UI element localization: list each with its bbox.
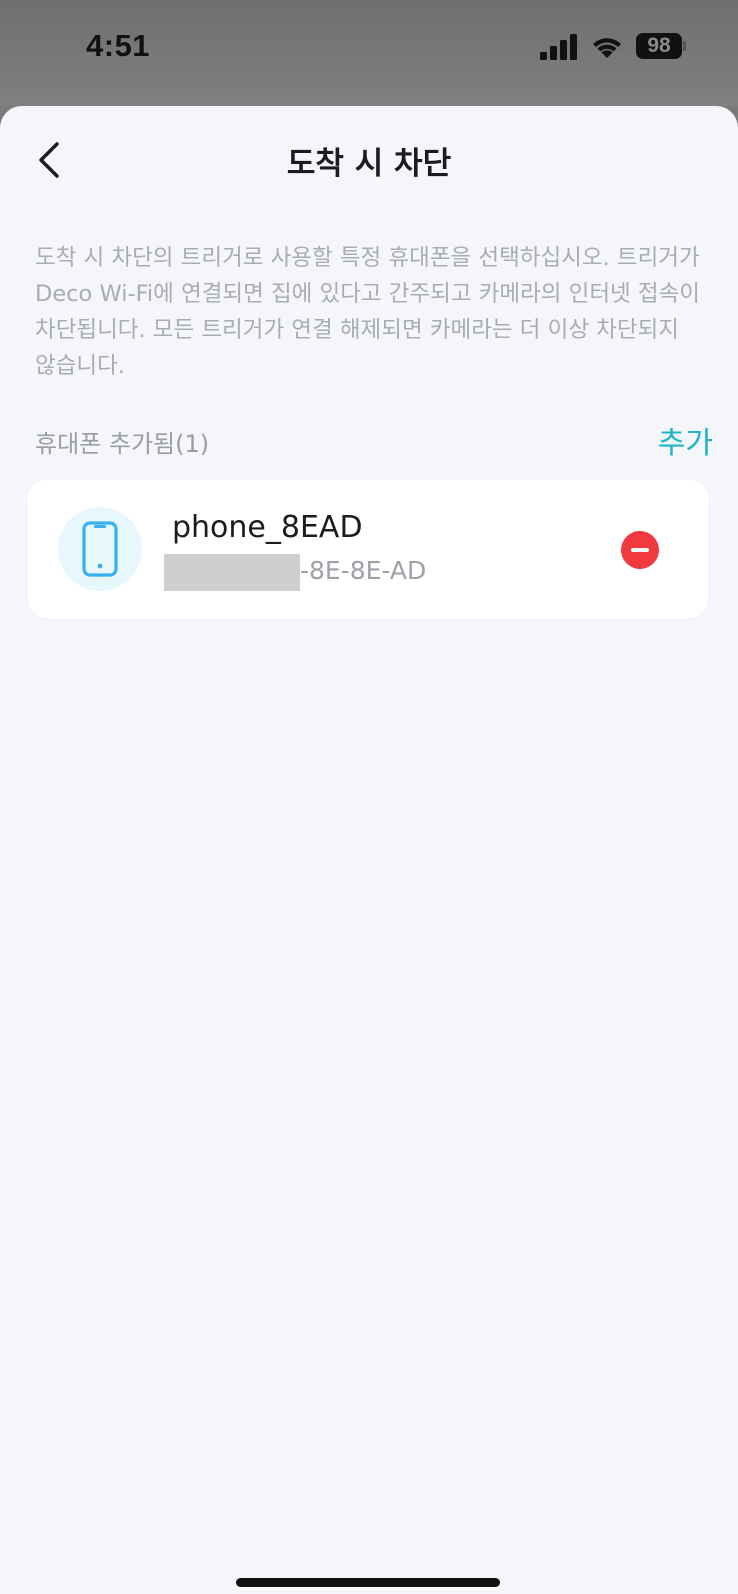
- status-bar: 4:51 98: [0, 0, 738, 106]
- remove-circle-icon: [631, 548, 649, 552]
- block-on-arrival-sheet: 도착 시 차단 도착 시 차단의 트리거로 사용할 특정 휴대폰을 선택하십시오…: [0, 106, 738, 1594]
- smartphone-icon: [82, 521, 118, 577]
- add-button[interactable]: 추가: [658, 418, 713, 462]
- battery-tip: [683, 41, 686, 51]
- status-time: 4:51: [86, 28, 151, 63]
- device-card: phone_8EAD -8E-8E-AD: [28, 480, 708, 618]
- remove-device-button[interactable]: [621, 531, 659, 569]
- home-indicator: [236, 1578, 500, 1587]
- page-title: 도착 시 차단: [286, 146, 452, 182]
- mac-redaction: [164, 554, 300, 591]
- added-phones-label: 휴대폰 추가됨(1): [35, 430, 210, 458]
- device-mac-address: -8E-8E-AD: [300, 556, 427, 585]
- wifi-icon: [593, 38, 621, 58]
- battery-level: 98: [636, 33, 682, 59]
- device-name: phone_8EAD: [172, 510, 363, 545]
- battery-icon: 98: [636, 33, 686, 59]
- description-text: 도착 시 차단의 트리거로 사용할 특정 휴대폰을 선택하십시오. 트리거가 D…: [35, 245, 701, 379]
- cellular-signal-icon: [540, 34, 577, 60]
- device-icon-container: [58, 507, 142, 591]
